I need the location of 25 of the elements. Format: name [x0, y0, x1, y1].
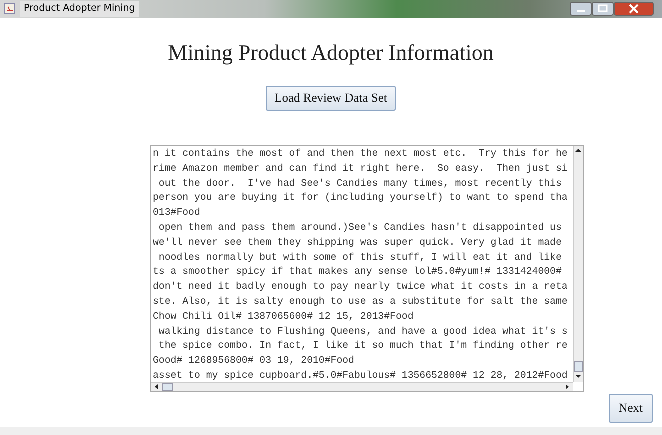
- text-line: n it contains the most of and then the next most etc. Try this for he: [153, 147, 569, 161]
- app-icon: [4, 3, 16, 15]
- text-line: rime Amazon member and can find it right here. So easy. Then just si: [153, 162, 569, 176]
- page-heading: Mining Product Adopter Information: [168, 39, 494, 67]
- window-title: Product Adopter Mining: [20, 1, 140, 17]
- text-line: Chow Chili Oil# 1387065600# 12 15, 2013#Food: [153, 310, 415, 324]
- text-line: ste. Also, it is salty enough to use as a substitute for salt the same: [153, 294, 569, 309]
- text-line: open them and pass them around.)See's Candies hasn't disappointed us: [158, 220, 563, 235]
- text-line: out the door. I've had See's Candies many times, most recently this: [158, 176, 563, 191]
- text-line: asset to my spice cupboard.#5.0#Fabulous# 1356652800# 12 28, 2012#Food: [153, 368, 569, 382]
- text-line: ts a smoother spicy if that makes any sense lol#5.0#yum!# 1331424000#: [153, 265, 563, 280]
- maximize-button[interactable]: [592, 2, 614, 16]
- text-line: person you are buying it for (including yourself) to want to spend tha: [153, 191, 569, 206]
- close-button[interactable]: [614, 2, 654, 16]
- text-line: we'll never see them they shipping was super quick. Very glad it made: [153, 236, 563, 250]
- text-line: don't need it badly enough to pay nearly twice what it costs in a reta: [153, 280, 569, 294]
- text-line: the spice combo. In fact, I like it so much that I'm finding other re: [158, 339, 569, 354]
- text-line: Good# 1268956800# 03 19, 2010#Food: [153, 354, 356, 368]
- text-line: noodles normally but with some of this stuff, I will eat it and like: [158, 250, 563, 265]
- review-text-area[interactable]: [150, 145, 584, 392]
- text-line: 013#Food: [153, 206, 202, 220]
- text-line: walking distance to Flushing Queens, and have a good idea what it's s: [158, 324, 569, 339]
- load-review-button[interactable]: Load Review Data Set: [266, 86, 396, 111]
- next-button[interactable]: Next: [608, 394, 653, 423]
- minimize-button[interactable]: [570, 2, 592, 16]
